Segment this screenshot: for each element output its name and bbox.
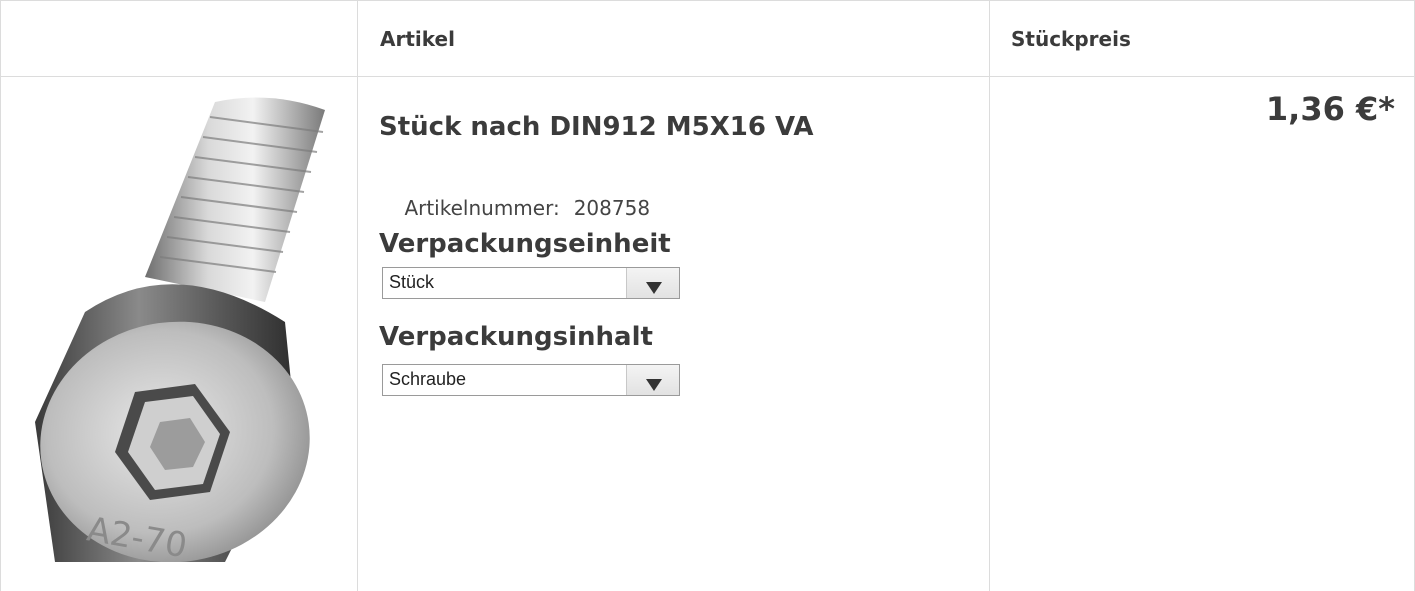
- chevron-down-icon[interactable]: [626, 268, 679, 298]
- article-number-label: Artikelnummer:: [404, 196, 560, 220]
- packaging-unit-selected-value: Stück: [389, 272, 435, 292]
- product-title[interactable]: Stück nach DIN912 M5X16 VA: [379, 112, 814, 142]
- socket-head-cap-screw-image[interactable]: A2-70: [25, 92, 340, 562]
- packaging-content-selected-value: Schraube: [389, 369, 467, 389]
- unit-price: 1,36 €*: [1265, 90, 1395, 128]
- product-table: Artikel Stückpreis A2-70 Stück nach DIN9…: [0, 0, 1415, 591]
- table-top-border: [0, 0, 1415, 1]
- article-number-value: 208758: [573, 196, 651, 220]
- table-left-border: [0, 0, 1, 591]
- packaging-content-select[interactable]: Schraube: [382, 364, 680, 396]
- column-header-article: Artikel: [380, 27, 455, 51]
- header-divider: [0, 76, 1415, 77]
- column-divider-2: [989, 0, 990, 591]
- column-header-unit-price: Stückpreis: [1011, 27, 1131, 51]
- packaging-unit-label: Verpackungseinheit: [379, 229, 671, 259]
- column-divider-1: [357, 0, 358, 591]
- packaging-content-label: Verpackungsinhalt: [379, 322, 653, 352]
- chevron-down-icon[interactable]: [626, 365, 679, 395]
- packaging-unit-select[interactable]: Stück: [382, 267, 680, 299]
